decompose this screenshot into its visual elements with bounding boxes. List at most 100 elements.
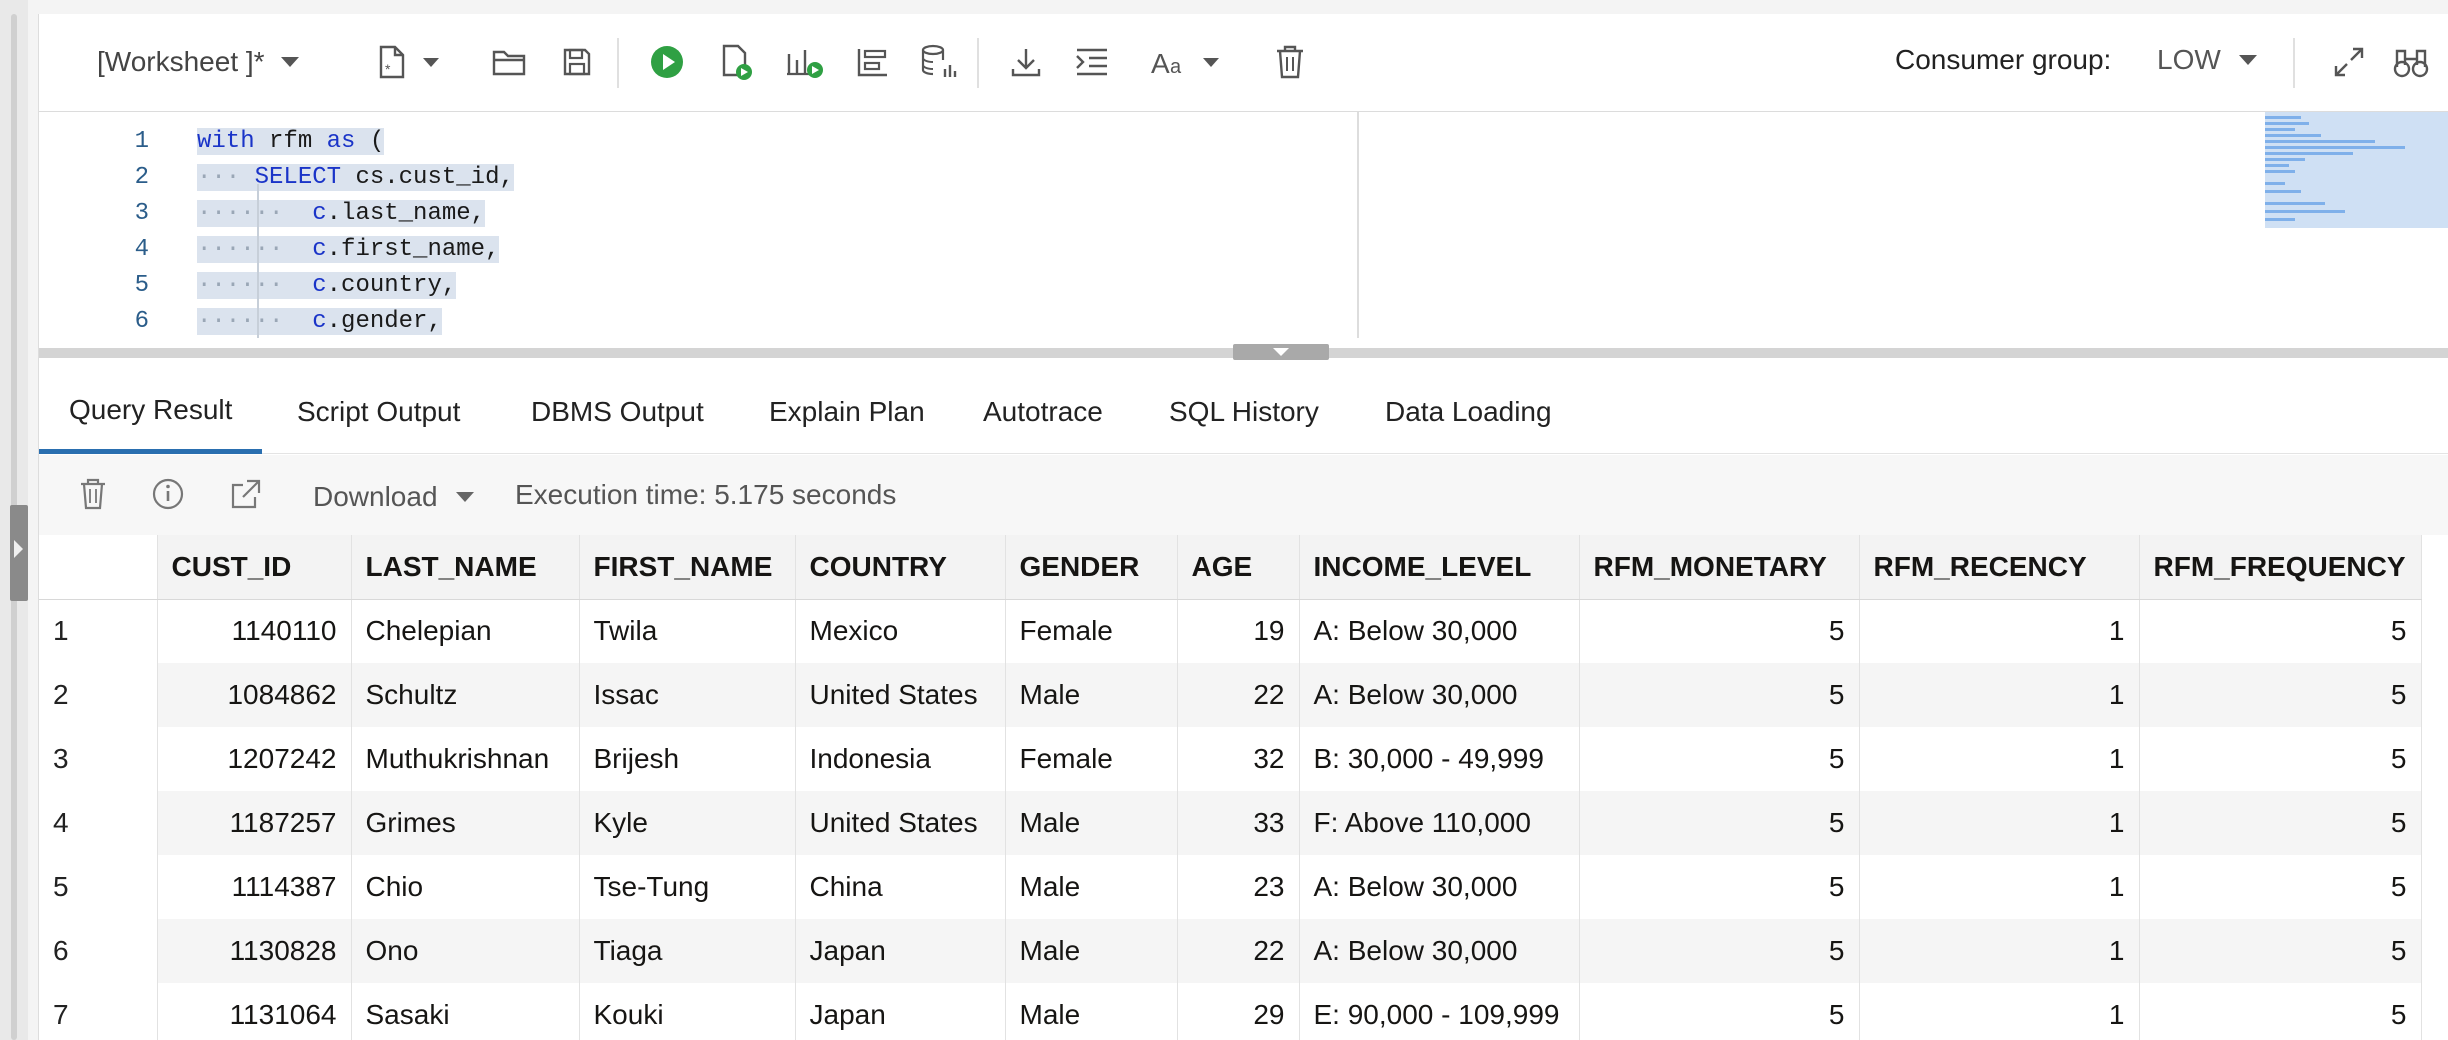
row-number[interactable]: 6 bbox=[39, 919, 158, 983]
table-cell[interactable]: Mexico bbox=[795, 599, 1006, 663]
table-cell[interactable]: B: 30,000 - 49,999 bbox=[1299, 727, 1580, 791]
table-cell[interactable]: 5 bbox=[2139, 727, 2422, 791]
column-header[interactable]: INCOME_LEVEL bbox=[1299, 535, 1580, 600]
table-cell[interactable]: 1 bbox=[1859, 855, 2140, 919]
table-cell[interactable]: 5 bbox=[1579, 919, 1860, 983]
table-cell[interactable]: Sasaki bbox=[351, 983, 580, 1040]
table-cell[interactable]: Twila bbox=[579, 599, 796, 663]
table-cell[interactable]: 5 bbox=[1579, 791, 1860, 855]
table-cell[interactable]: 1 bbox=[1859, 727, 2140, 791]
table-row[interactable]: 2 1084862 Schultz Issac United States Male 22 A… bbox=[39, 663, 2422, 727]
table-cell[interactable]: Brijesh bbox=[579, 727, 796, 791]
autotrace-button[interactable] bbox=[855, 42, 891, 82]
expand-button[interactable] bbox=[2333, 42, 2365, 82]
table-cell[interactable]: 1 bbox=[1859, 791, 2140, 855]
table-cell[interactable]: 5 bbox=[1579, 663, 1860, 727]
tab-explain-plan[interactable]: Explain Plan bbox=[769, 370, 925, 454]
row-number[interactable]: 2 bbox=[39, 663, 158, 727]
table-row[interactable]: 1 1140110 Chelepian Twila Mexico Female 19 A: B… bbox=[39, 599, 2422, 663]
table-cell[interactable]: Male bbox=[1005, 663, 1178, 727]
download-menu[interactable]: Download bbox=[313, 481, 474, 513]
run-script-button[interactable] bbox=[719, 42, 755, 82]
table-cell[interactable]: 1 bbox=[1859, 919, 2140, 983]
tab-autotrace[interactable]: Autotrace bbox=[983, 370, 1103, 454]
table-row[interactable]: 5 1114387 Chio Tse-Tung China Male 23 A: Below … bbox=[39, 855, 2422, 919]
worksheet-select[interactable]: [Worksheet ]* bbox=[97, 42, 299, 82]
tab-script-output[interactable]: Script Output bbox=[297, 370, 460, 454]
table-cell[interactable]: Japan bbox=[795, 983, 1006, 1040]
table-cell[interactable]: 1187257 bbox=[157, 791, 352, 855]
table-cell[interactable]: Tiaga bbox=[579, 919, 796, 983]
table-row[interactable]: 7 1131064 Sasaki Kouki Japan Male 29 E: 90,000 … bbox=[39, 983, 2422, 1040]
table-cell[interactable]: Tse-Tung bbox=[579, 855, 796, 919]
column-header[interactable]: CUST_ID bbox=[157, 535, 352, 600]
column-header[interactable]: RFM_FREQUENCY bbox=[2139, 535, 2422, 600]
row-number[interactable]: 3 bbox=[39, 727, 158, 791]
table-cell[interactable]: Schultz bbox=[351, 663, 580, 727]
code-pane[interactable]: 1 with rfm as ( 2 ··· SELECT cs.cust_id,… bbox=[39, 112, 1359, 338]
clear-button[interactable] bbox=[1275, 42, 1305, 82]
table-cell[interactable]: 5 bbox=[2139, 855, 2422, 919]
table-cell[interactable]: A: Below 30,000 bbox=[1299, 663, 1580, 727]
row-number[interactable]: 5 bbox=[39, 855, 158, 919]
table-cell[interactable]: 5 bbox=[2139, 983, 2422, 1040]
table-cell[interactable]: 1 bbox=[1859, 663, 2140, 727]
row-number[interactable]: 7 bbox=[39, 983, 158, 1040]
table-cell[interactable]: United States bbox=[795, 663, 1006, 727]
table-cell[interactable]: 5 bbox=[1579, 727, 1860, 791]
table-cell[interactable]: 1084862 bbox=[157, 663, 352, 727]
row-number[interactable]: 4 bbox=[39, 791, 158, 855]
column-header[interactable]: FIRST_NAME bbox=[579, 535, 796, 600]
table-cell[interactable]: Japan bbox=[795, 919, 1006, 983]
table-cell[interactable]: 1140110 bbox=[157, 599, 352, 663]
sql-editor[interactable]: 1 with rfm as ( 2 ··· SELECT cs.cust_id,… bbox=[39, 112, 2448, 338]
table-cell[interactable]: 1 bbox=[1859, 599, 2140, 663]
table-cell[interactable]: United States bbox=[795, 791, 1006, 855]
table-cell[interactable]: Chelepian bbox=[351, 599, 580, 663]
table-cell[interactable]: Male bbox=[1005, 855, 1178, 919]
table-cell[interactable]: 19 bbox=[1177, 599, 1300, 663]
table-cell[interactable]: 22 bbox=[1177, 919, 1300, 983]
table-cell[interactable]: 22 bbox=[1177, 663, 1300, 727]
column-header[interactable]: RFM_MONETARY bbox=[1579, 535, 1860, 600]
table-cell[interactable]: A: Below 30,000 bbox=[1299, 919, 1580, 983]
collapse-pane-handle[interactable] bbox=[1233, 344, 1329, 360]
table-cell[interactable]: Male bbox=[1005, 791, 1178, 855]
table-cell[interactable]: E: 90,000 - 109,999 bbox=[1299, 983, 1580, 1040]
table-cell[interactable]: 1 bbox=[1859, 983, 2140, 1040]
open-in-new-window-button[interactable] bbox=[229, 477, 263, 516]
sql-tuning-button[interactable] bbox=[919, 42, 959, 82]
table-cell[interactable]: 23 bbox=[1177, 855, 1300, 919]
tab-sql-history[interactable]: SQL History bbox=[1169, 370, 1319, 454]
table-cell[interactable]: 5 bbox=[2139, 599, 2422, 663]
info-button[interactable] bbox=[151, 477, 185, 516]
table-cell[interactable]: Ono bbox=[351, 919, 580, 983]
column-header[interactable]: COUNTRY bbox=[795, 535, 1006, 600]
table-cell[interactable]: 5 bbox=[1579, 983, 1860, 1040]
table-cell[interactable]: Kyle bbox=[579, 791, 796, 855]
table-cell[interactable]: 33 bbox=[1177, 791, 1300, 855]
editor-minimap[interactable] bbox=[2265, 112, 2448, 228]
table-cell[interactable]: 29 bbox=[1177, 983, 1300, 1040]
table-cell[interactable]: 1207242 bbox=[157, 727, 352, 791]
table-cell[interactable]: A: Below 30,000 bbox=[1299, 599, 1580, 663]
table-row[interactable]: 6 1130828 Ono Tiaga Japan Male 22 A: Below 30,0… bbox=[39, 919, 2422, 983]
table-cell[interactable]: 5 bbox=[1579, 855, 1860, 919]
explain-plan-button[interactable] bbox=[785, 42, 825, 82]
open-button[interactable] bbox=[491, 42, 527, 82]
table-cell[interactable]: Muthukrishnan bbox=[351, 727, 580, 791]
tab-data-loading[interactable]: Data Loading bbox=[1385, 370, 1552, 454]
format-button[interactable] bbox=[1075, 42, 1109, 82]
table-cell[interactable]: China bbox=[795, 855, 1006, 919]
table-cell[interactable]: 5 bbox=[2139, 919, 2422, 983]
table-row[interactable]: 3 1207242 Muthukrishnan Brijesh Indonesia Fem… bbox=[39, 727, 2422, 791]
find-button[interactable] bbox=[2393, 42, 2429, 82]
new-file-button[interactable]: * bbox=[375, 42, 439, 82]
clear-results-button[interactable] bbox=[79, 477, 107, 516]
tab-query-result[interactable]: Query Result bbox=[39, 370, 263, 454]
table-cell[interactable]: Kouki bbox=[579, 983, 796, 1040]
table-cell[interactable]: 32 bbox=[1177, 727, 1300, 791]
table-cell[interactable]: 5 bbox=[2139, 791, 2422, 855]
table-cell[interactable]: Indonesia bbox=[795, 727, 1006, 791]
font-size-button[interactable]: Aa bbox=[1151, 42, 1219, 82]
